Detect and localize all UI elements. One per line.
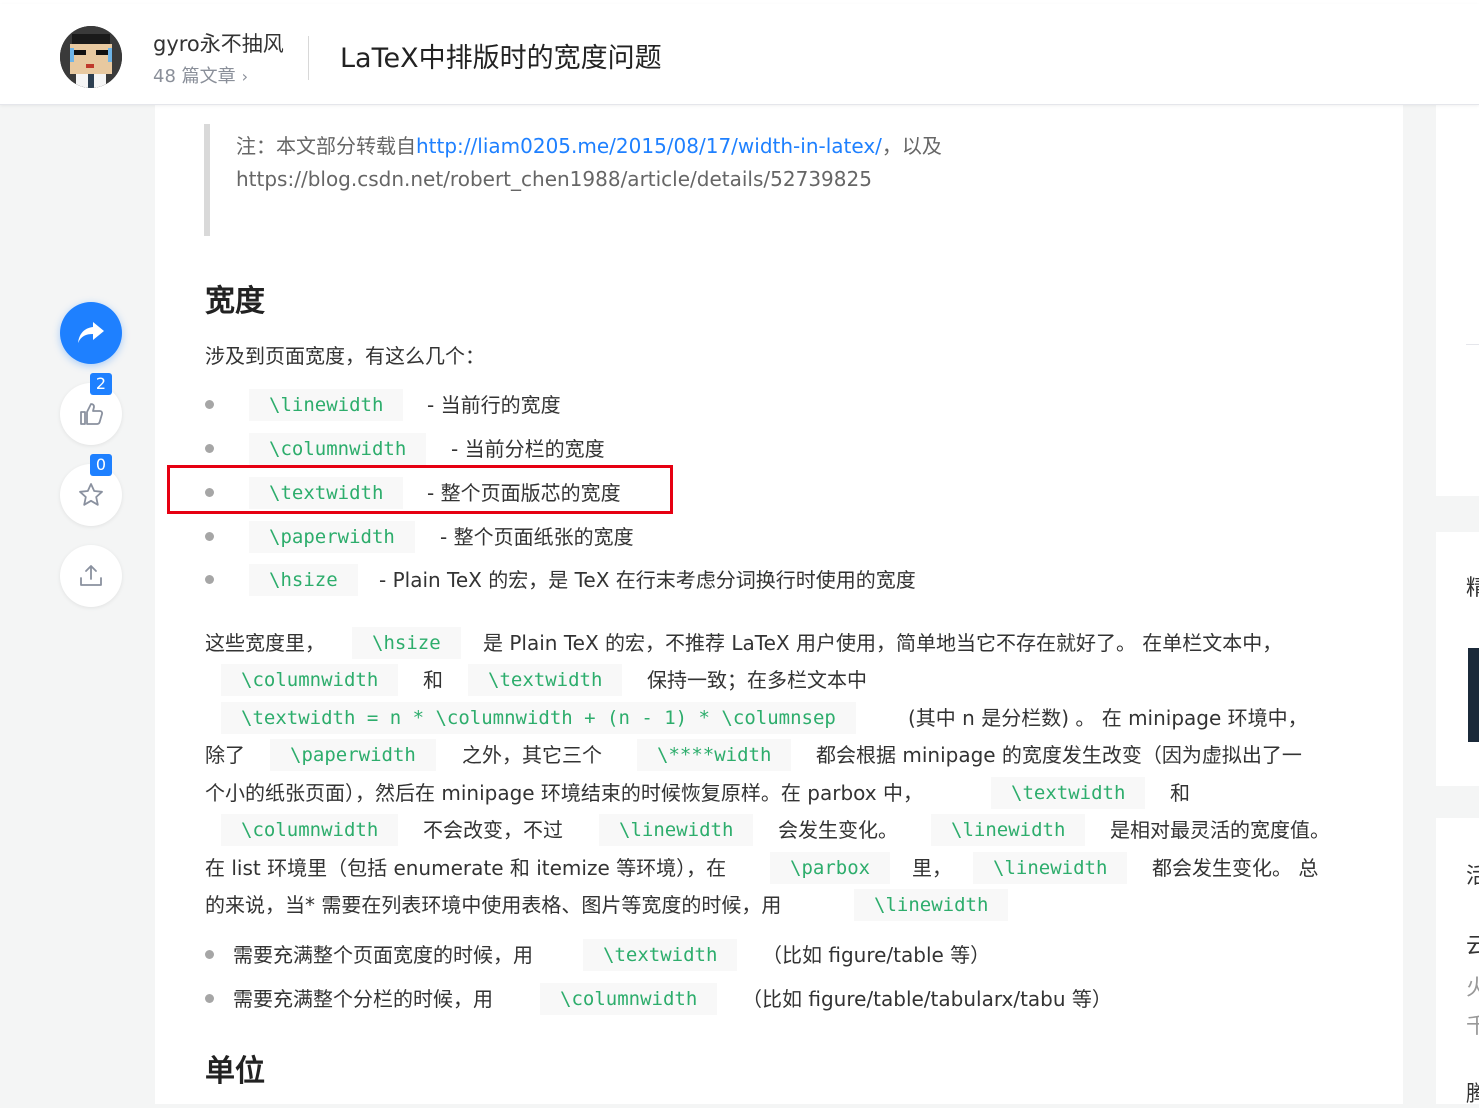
favorite-button[interactable]: 0 (60, 454, 122, 526)
paragraph-text: 和 (423, 668, 443, 692)
list-bullet (205, 994, 214, 1003)
paragraph-text: 都会根据 minipage 的宽度发生改变（因为虚拟出了一 (816, 743, 1302, 767)
inline-code: \paperwidth (270, 739, 436, 771)
inline-code: \textwidth = n * \columnwidth + (n - 1) … (221, 702, 856, 734)
paragraph-text: 保持一致；在多栏文本中 (647, 668, 867, 692)
star-icon (79, 483, 103, 506)
article-count-link[interactable]: 48 篇文章 › (153, 62, 248, 88)
list-bullet (205, 950, 214, 959)
list-item-desc: - 整个页面纸张的宽度 (440, 525, 634, 549)
like-button[interactable]: 2 (60, 373, 122, 445)
share-arrow-icon (78, 322, 104, 343)
paragraph-text: 会发生变化。 (778, 818, 898, 842)
inline-code: \linewidth (854, 889, 1009, 921)
inline-code: \columnwidth (249, 433, 427, 465)
thumbs-up-icon (80, 403, 104, 425)
list-bullet (205, 532, 214, 541)
quote-line-1: 注：本文部分转载自http://liam0205.me/2015/08/17/w… (236, 130, 942, 159)
inline-code: \linewidth (249, 389, 404, 421)
paragraph-text: (其中 n 是分栏数) 。 在 minipage 环境中， (908, 706, 1308, 730)
sidebar-card: 活 云 火 千 腾 (1436, 818, 1479, 1107)
paragraph-text: 是相对最灵活的宽度值。 (1110, 818, 1330, 842)
list-item-note: （比如 figure/table/tabularx/tabu 等） (742, 987, 1112, 1011)
source-link[interactable]: http://liam0205.me/2015/08/17/width-in-l… (416, 134, 882, 158)
inline-code: \hsize (249, 564, 358, 596)
annotation-highlight-box (167, 465, 673, 514)
paragraph-text: 在 list 环境里（包括 enumerate 和 itemize 等环境），在 (205, 856, 727, 880)
list-item-desc: - 当前分栏的宽度 (451, 437, 605, 461)
paragraph-text: 是 Plain TeX 的宏，不推荐 LaTeX 用户使用，简单地当它不存在就好… (483, 631, 1283, 655)
paragraph-text: 除了 (205, 743, 245, 767)
inline-code: \hsize (352, 627, 461, 659)
list-item-desc: - Plain TeX 的宏，是 TeX 在行末考虑分词换行时使用的宽度 (379, 568, 916, 592)
chevron-right-icon: › (241, 67, 249, 86)
paragraph-text: 个小的纸张页面），然后在 minipage 环境结束的时候恢复原样。在 parb… (205, 781, 923, 805)
inline-code: \linewidth (931, 814, 1086, 846)
inline-code: \columnwidth (221, 664, 399, 696)
inline-code: \paperwidth (249, 521, 415, 553)
inline-code: \textwidth (991, 777, 1146, 809)
section-heading-width: 宽度 (205, 284, 265, 319)
favorite-count-badge: 0 (90, 454, 112, 476)
sidebar-item[interactable]: 腾 (1466, 1076, 1479, 1108)
list-item-note: （比如 figure/table 等） (762, 943, 991, 967)
inline-code: \linewidth (973, 852, 1128, 884)
list-item-desc: - 当前行的宽度 (427, 393, 561, 417)
section-intro: 涉及到页面宽度，有这么几个： (205, 344, 485, 368)
paragraph-text: 和 (1170, 781, 1190, 805)
inline-code: \****width (637, 739, 792, 771)
author-avatar[interactable] (60, 26, 122, 88)
article-count: 48 篇文章 (153, 66, 236, 87)
author-name[interactable]: gyro永不抽风 (153, 28, 284, 58)
sidebar-card-title: 精 (1466, 576, 1479, 601)
like-count-badge: 2 (90, 373, 112, 395)
upload-icon (80, 565, 102, 586)
inline-code: \columnwidth (540, 983, 718, 1015)
sidebar-card: 精 (1436, 532, 1479, 786)
inline-code: \textwidth (468, 664, 623, 696)
quote-suffix: ，以及 (881, 134, 942, 158)
paragraph-text: 都会发生变化。 总 (1152, 856, 1319, 880)
sidebar-item[interactable]: 千 (1466, 1008, 1479, 1040)
sidebar-thumbnail[interactable] (1468, 648, 1479, 742)
article-header: gyro永不抽风 48 篇文章 › LaTeX中排版时的宽度问题 (0, 4, 1479, 105)
paragraph-text: 的来说，当* 需要在列表环境中使用表格、图片等宽度的时候，用 (205, 893, 782, 917)
sidebar-item[interactable]: 火 (1466, 970, 1479, 1002)
paragraph-text: 之外，其它三个 (462, 743, 602, 767)
divider (1466, 344, 1479, 345)
paragraph-text: 不会改变，不过 (423, 818, 563, 842)
paragraph-text: 里， (912, 856, 952, 880)
header-divider (308, 36, 309, 80)
inline-code: \parbox (770, 852, 891, 884)
section-heading-unit: 单位 (205, 1054, 265, 1089)
share-button[interactable] (60, 302, 122, 364)
quote-line-2: https://blog.csdn.net/robert_chen1988/ar… (236, 167, 872, 191)
sidebar-item[interactable]: 云 (1466, 928, 1479, 960)
pixel-avatar-icon (60, 26, 122, 88)
sidebar-card (1436, 104, 1479, 496)
list-item-text: 需要充满整个分栏的时候，用 (233, 987, 493, 1011)
inline-code: \linewidth (599, 814, 754, 846)
list-item-text: 需要充满整个页面宽度的时候，用 (233, 943, 533, 967)
list-bullet (205, 444, 214, 453)
inline-code: \textwidth (583, 939, 738, 971)
page-title: LaTeX中排版时的宽度问题 (340, 43, 662, 74)
list-bullet (205, 575, 214, 584)
list-bullet (205, 400, 214, 409)
quote-prefix: 注：本文部分转载自 (236, 134, 416, 158)
inline-code: \columnwidth (221, 814, 399, 846)
paragraph-text: 这些宽度里， (205, 631, 325, 655)
share-export-button[interactable] (60, 545, 122, 607)
sidebar-card-title: 活 (1466, 864, 1479, 889)
